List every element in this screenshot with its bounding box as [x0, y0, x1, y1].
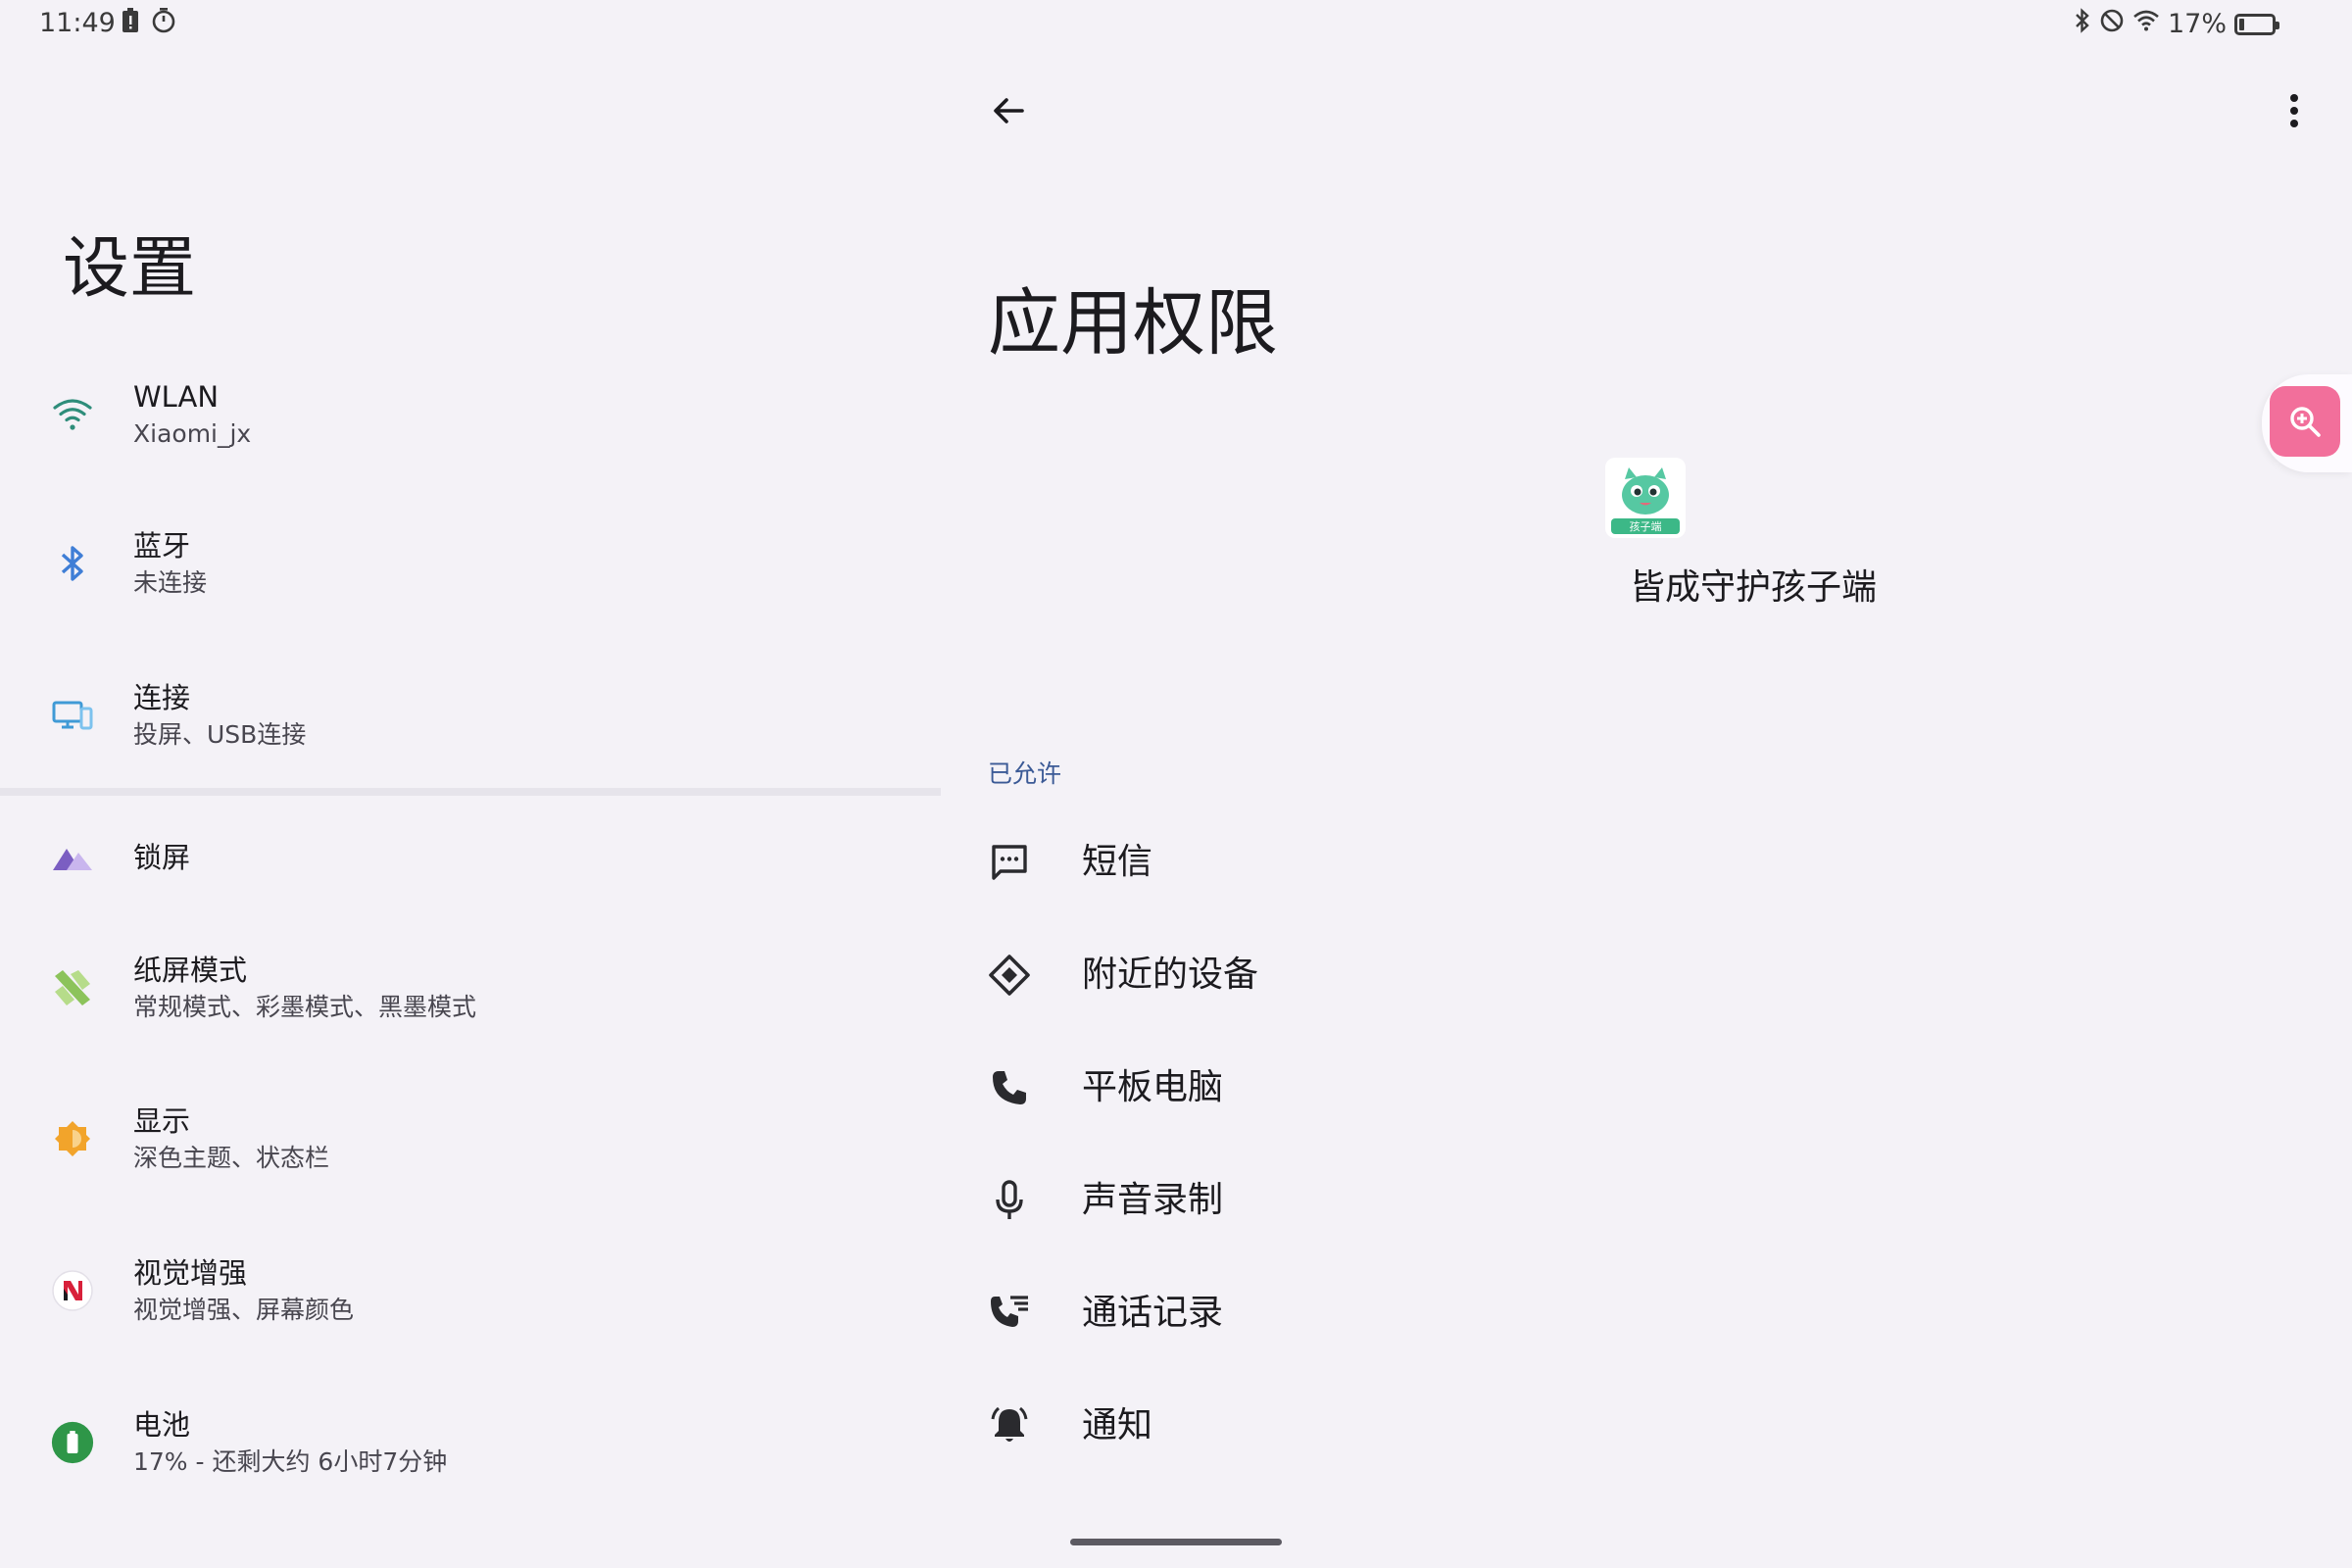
phone-icon — [988, 1066, 1031, 1109]
sms-icon — [988, 841, 1031, 884]
section-header-allowed: 已允许 — [988, 760, 1062, 788]
settings-pane: 设置 WLAN Xiaomi_jx 蓝牙 未连接 连接 投屏、USB连接 锁屏 … — [0, 0, 941, 1568]
app-icon: 孩子端 — [1605, 458, 1686, 538]
arrow-back-icon — [994, 98, 1024, 123]
settings-item-text: 视觉增强 视觉增强、屏幕颜色 — [133, 1253, 354, 1328]
permission-label: 通知 — [1082, 1405, 1153, 1446]
settings-item-text: 电池 17% - 还剩大约 6小时7分钟 — [133, 1405, 447, 1480]
settings-item-lock-screen[interactable]: 锁屏 — [0, 794, 941, 921]
settings-item-title: 纸屏模式 — [133, 954, 248, 987]
paper-mode-icon — [51, 966, 94, 1009]
settings-item-subtitle: 常规模式、彩墨模式、黑墨模式 — [133, 993, 477, 1021]
settings-item-title: 连接 — [133, 681, 191, 714]
settings-item-wlan[interactable]: WLAN Xiaomi_jx — [0, 351, 941, 478]
permission-item-notification[interactable]: 通知 — [941, 1377, 2215, 1475]
lock-screen-icon — [51, 836, 94, 879]
permission-item-phone[interactable]: 平板电脑 — [941, 1039, 2215, 1137]
permission-item-sms[interactable]: 短信 — [941, 813, 2215, 911]
display-icon — [51, 1117, 94, 1160]
wifi-icon — [51, 393, 94, 436]
page-title: 应用权限 — [988, 281, 1278, 366]
bluetooth-icon — [51, 542, 94, 585]
permission-label: 通话记录 — [1082, 1293, 1224, 1333]
settings-item-title: 显示 — [133, 1104, 191, 1138]
settings-item-connection[interactable]: 连接 投屏、USB连接 — [0, 652, 941, 779]
more-options-button[interactable] — [2268, 84, 2321, 137]
settings-item-visual-enhance[interactable]: 视觉增强 视觉增强、屏幕颜色 — [0, 1227, 941, 1354]
visual-enhance-icon — [51, 1269, 94, 1312]
settings-item-subtitle: 视觉增强、屏幕颜色 — [133, 1296, 355, 1324]
permission-item-microphone[interactable]: 声音录制 — [941, 1152, 2215, 1250]
app-icon-label: 孩子端 — [1630, 520, 1662, 533]
settings-item-title: 视觉增强 — [133, 1256, 248, 1290]
settings-item-subtitle: 未连接 — [133, 568, 208, 597]
settings-item-bluetooth[interactable]: 蓝牙 未连接 — [0, 500, 941, 627]
settings-item-text: 连接 投屏、USB连接 — [133, 678, 306, 753]
settings-item-subtitle: 深色主题、状态栏 — [133, 1144, 330, 1172]
zoom-in-icon — [2290, 407, 2321, 437]
call-log-icon — [988, 1292, 1031, 1335]
settings-item-battery[interactable]: 电池 17% - 还剩大约 6小时7分钟 — [0, 1379, 941, 1506]
permission-item-nearby-devices[interactable]: 附近的设备 — [941, 926, 2215, 1024]
nearby-devices-icon — [988, 954, 1031, 997]
settings-item-text: WLAN Xiaomi_jx — [133, 377, 251, 452]
settings-item-subtitle: 17% - 还剩大约 6小时7分钟 — [133, 1447, 448, 1476]
settings-item-subtitle: Xiaomi_jx — [133, 419, 252, 448]
settings-item-text: 锁屏 — [133, 838, 190, 877]
permission-item-call-log[interactable]: 通话记录 — [941, 1264, 2215, 1362]
settings-item-display[interactable]: 显示 深色主题、状态栏 — [0, 1075, 941, 1202]
settings-title: 设置 — [63, 230, 197, 308]
app-permissions-pane: 应用权限 孩子端 皆成守护孩子端 已允许 短信 附近的设备 平板电脑 声音录制 … — [941, 0, 2352, 1568]
settings-item-title: 锁屏 — [133, 841, 191, 874]
settings-item-text: 蓝牙 未连接 — [133, 526, 207, 601]
permission-label: 平板电脑 — [1082, 1067, 1224, 1107]
battery-icon — [51, 1421, 94, 1464]
permission-label: 附近的设备 — [1082, 955, 1259, 995]
microphone-icon — [988, 1179, 1031, 1222]
settings-item-title: 蓝牙 — [133, 529, 191, 563]
settings-item-paper-mode[interactable]: 纸屏模式 常规模式、彩墨模式、黑墨模式 — [0, 924, 941, 1052]
notification-icon — [988, 1404, 1031, 1447]
app-name: 皆成守护孩子端 — [1629, 567, 1877, 608]
floating-magnifier[interactable] — [2262, 374, 2352, 472]
permission-label: 短信 — [1082, 842, 1153, 882]
settings-item-subtitle: 投屏、USB连接 — [133, 720, 307, 749]
permission-label: 声音录制 — [1082, 1180, 1224, 1220]
more-vert-icon — [2290, 94, 2298, 127]
magnifier-button[interactable] — [2270, 386, 2340, 457]
navigation-handle[interactable] — [1070, 1539, 1282, 1545]
settings-item-title: WLAN — [133, 380, 220, 414]
connected-devices-icon — [51, 694, 94, 737]
back-button[interactable] — [982, 84, 1035, 137]
settings-item-title: 电池 — [133, 1408, 191, 1442]
settings-item-text: 纸屏模式 常规模式、彩墨模式、黑墨模式 — [133, 951, 476, 1025]
settings-item-text: 显示 深色主题、状态栏 — [133, 1102, 329, 1176]
